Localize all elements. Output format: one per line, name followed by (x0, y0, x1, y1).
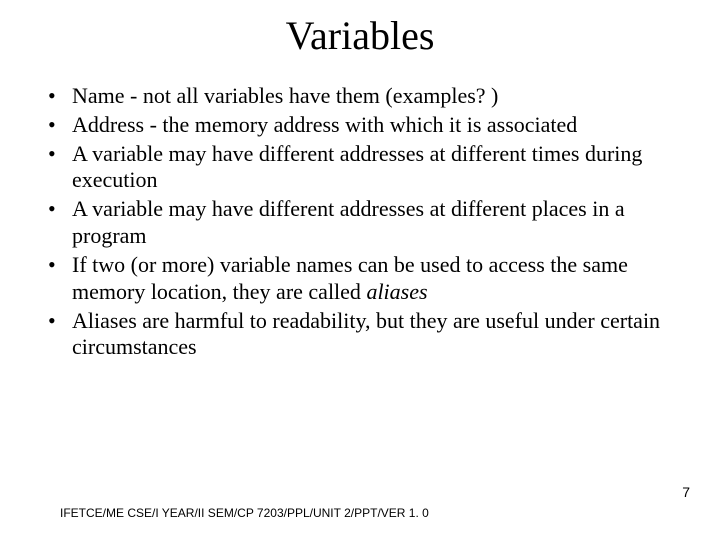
list-item: A variable may have different addresses … (42, 196, 678, 250)
bullet-text: If two (or more) variable names can be u… (72, 252, 628, 304)
list-item: A variable may have different addresses … (42, 141, 678, 195)
bullet-text: Aliases are harmful to readability, but … (72, 308, 660, 360)
bullet-text: Name - not all variables have them (exam… (72, 83, 498, 108)
bullet-list: Name - not all variables have them (exam… (42, 83, 678, 361)
list-item: If two (or more) variable names can be u… (42, 252, 678, 306)
slide-title: Variables (0, 0, 720, 59)
list-item: Address - the memory address with which … (42, 112, 678, 139)
bullet-emphasis: aliases (366, 279, 427, 304)
bullet-text: Address - the memory address with which … (72, 112, 577, 137)
bullet-text: A variable may have different addresses … (72, 196, 625, 248)
bullet-text: A variable may have different addresses … (72, 141, 642, 193)
slide-content: Name - not all variables have them (exam… (0, 59, 720, 361)
page-number: 7 (682, 484, 690, 500)
list-item: Aliases are harmful to readability, but … (42, 308, 678, 362)
list-item: Name - not all variables have them (exam… (42, 83, 678, 110)
slide: Variables Name - not all variables have … (0, 0, 720, 540)
footer-text: IFETCE/ME CSE/I YEAR/II SEM/CP 7203/PPL/… (60, 506, 429, 520)
